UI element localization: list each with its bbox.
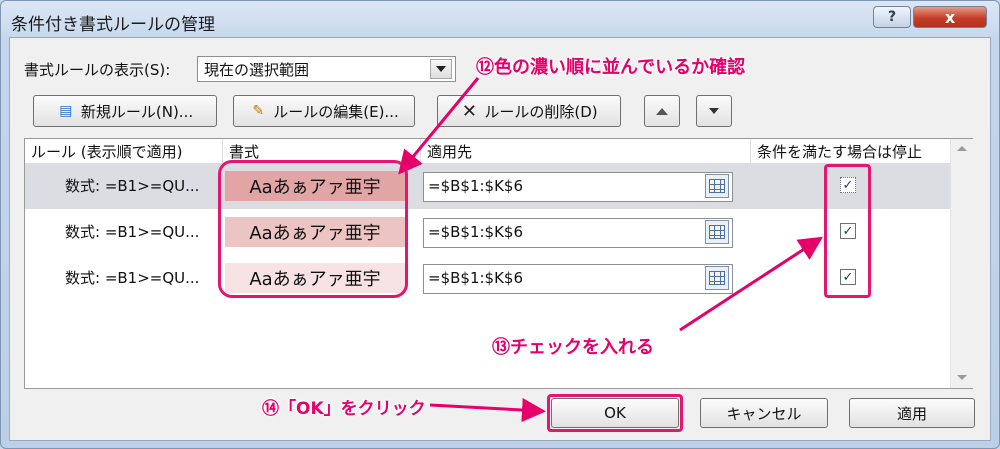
help-button[interactable]: ? [873, 6, 911, 28]
scroll-up-icon[interactable] [957, 146, 967, 151]
chevron-down-icon [436, 66, 446, 72]
apply-label: 適用 [896, 404, 927, 423]
header-applies-to: 適用先 [421, 139, 751, 163]
show-rules-value: 現在の選択範囲 [204, 61, 310, 79]
edit-rule-label: ルールの編集(E)... [273, 102, 399, 121]
rule-condition: 数式: =B1>=QU... [65, 223, 200, 241]
arrow-down-icon [709, 108, 719, 114]
cancel-button[interactable]: キャンセル [700, 398, 828, 428]
move-down-button[interactable] [696, 95, 732, 127]
rules-scrollbar[interactable] [950, 139, 973, 388]
delete-rule-button[interactable]: ✕ ルールの削除(D) [437, 95, 621, 127]
show-rules-dropdown-button[interactable] [430, 59, 452, 79]
new-rule-label: 新規ルール(N)... [80, 102, 194, 121]
range-select-icon [709, 179, 725, 193]
window-title: 条件付き書式ルールの管理 [11, 15, 215, 35]
ok-highlight-frame [547, 394, 683, 432]
annotation-13: ⑬チェックを入れる [492, 337, 654, 358]
close-button[interactable]: x [913, 6, 987, 28]
range-select-button[interactable] [705, 266, 729, 290]
table-row[interactable]: 数式: =B1>=QU... Aaあぁアァ亜宇 =$B$1:$K$6 ✓ [25, 163, 950, 209]
apply-button[interactable]: 適用 [849, 398, 975, 428]
new-rule-button[interactable]: ▤ 新規ルール(N)... [33, 95, 217, 127]
range-select-button[interactable] [705, 220, 729, 244]
header-rule: ルール (表示順で適用) [25, 139, 223, 163]
annotation-12: ⑫色の濃い順に並んでいるか確認 [476, 57, 746, 78]
applies-to-input[interactable]: =$B$1:$K$6 [423, 264, 733, 294]
format-highlight-frame [218, 160, 408, 298]
help-icon: ? [887, 9, 897, 25]
range-select-icon [709, 271, 725, 285]
scroll-down-icon[interactable] [957, 375, 967, 380]
header-stop-if-true: 条件を満たす場合は停止 [757, 143, 923, 161]
new-rule-icon: ▤ [59, 103, 73, 119]
show-rules-select[interactable]: 現在の選択範囲 [197, 56, 456, 82]
delete-icon: ✕ [461, 100, 477, 122]
range-select-icon [709, 225, 725, 239]
rule-condition: 数式: =B1>=QU... [65, 177, 200, 195]
show-rules-label: 書式ルールの表示(S): [24, 61, 171, 79]
edit-rule-button[interactable]: ✎ ルールの編集(E)... [233, 95, 415, 127]
table-row[interactable]: 数式: =B1>=QU... Aaあぁアァ亜宇 =$B$1:$K$6 ✓ [25, 255, 950, 301]
annotation-14: ⑭「OK」をクリック [262, 399, 426, 419]
applies-to-input[interactable]: =$B$1:$K$6 [423, 172, 733, 202]
cancel-label: キャンセル [726, 404, 802, 423]
table-row[interactable]: 数式: =B1>=QU... Aaあぁアァ亜宇 =$B$1:$K$6 ✓ [25, 209, 950, 255]
delete-rule-label: ルールの削除(D) [484, 102, 598, 121]
range-select-button[interactable] [705, 174, 729, 198]
checkbox-highlight-frame [824, 164, 871, 298]
close-icon: x [944, 7, 956, 27]
rule-condition: 数式: =B1>=QU... [65, 269, 200, 287]
arrow-up-icon [656, 107, 668, 115]
move-up-button[interactable] [644, 95, 680, 127]
applies-to-input[interactable]: =$B$1:$K$6 [423, 218, 733, 248]
edit-rule-icon: ✎ [252, 103, 265, 119]
